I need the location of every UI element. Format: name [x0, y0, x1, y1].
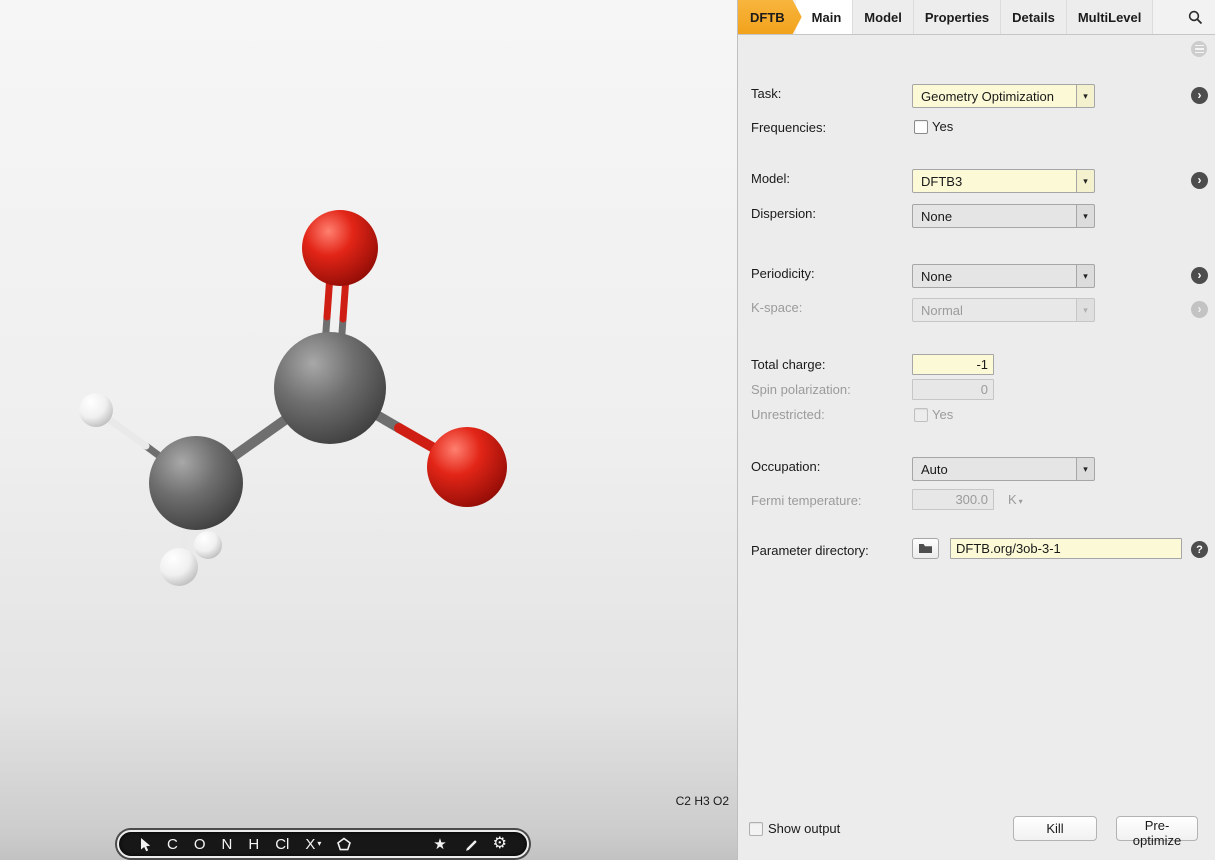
dropdown-arrow-icon: ▾ [1076, 299, 1094, 321]
tab-main[interactable]: Main [796, 0, 854, 34]
model-label: Model: [751, 171, 790, 186]
task-value: Geometry Optimization [913, 85, 1076, 107]
unrestricted-label: Unrestricted: [751, 407, 825, 422]
pen-tool-icon[interactable] [455, 837, 485, 852]
carbon-atom-methyl[interactable] [149, 436, 243, 530]
dropdown-arrow-icon[interactable]: ▾ [1076, 205, 1094, 227]
element-n-button[interactable]: N [214, 837, 241, 852]
dispersion-label: Dispersion: [751, 206, 816, 221]
hydrogen-atom[interactable] [194, 531, 222, 559]
periodicity-dropdown[interactable]: None ▾ [912, 264, 1095, 288]
folder-icon [918, 543, 933, 554]
spin-polarization-label: Spin polarization: [751, 382, 851, 397]
search-icon[interactable] [1176, 0, 1215, 34]
pencil-icon [463, 837, 477, 852]
chevron-down-icon: ▾ [317, 840, 321, 848]
element-h-button[interactable]: H [240, 837, 267, 852]
task-label: Task: [751, 86, 781, 101]
dropdown-arrow-icon[interactable]: ▾ [1076, 458, 1094, 480]
frequencies-option-label: Yes [932, 119, 953, 134]
molecule-formula: C2 H3 O2 [676, 794, 729, 808]
fermi-temperature-label: Fermi temperature: [751, 493, 862, 508]
model-value: DFTB3 [913, 170, 1076, 192]
oxygen-atom[interactable] [302, 210, 378, 286]
kspace-value: Normal [913, 299, 1076, 321]
preoptimize-button[interactable]: Pre-optimize [1116, 816, 1198, 841]
star-tool-icon[interactable]: ★ [425, 837, 454, 852]
fermi-unit: K▾ [1008, 492, 1023, 507]
task-dropdown[interactable]: Geometry Optimization ▾ [912, 84, 1095, 108]
model-detail-button[interactable]: › [1191, 172, 1208, 189]
kill-button[interactable]: Kill [1013, 816, 1097, 841]
periodicity-label: Periodicity: [751, 266, 815, 281]
panel-menu-icon[interactable] [1191, 41, 1207, 57]
dispersion-dropdown[interactable]: None ▾ [912, 204, 1095, 228]
spin-polarization-input [912, 379, 994, 400]
fermi-temperature-input [912, 489, 994, 510]
dropdown-arrow-icon[interactable]: ▾ [1076, 265, 1094, 287]
element-c-button[interactable]: C [159, 837, 186, 852]
frequencies-checkbox[interactable] [914, 120, 928, 134]
periodicity-detail-button[interactable]: › [1191, 267, 1208, 284]
tab-multilevel[interactable]: MultiLevel [1067, 0, 1154, 34]
kspace-detail-button: › [1191, 301, 1208, 318]
total-charge-label: Total charge: [751, 357, 825, 372]
task-detail-button[interactable]: › [1191, 87, 1208, 104]
occupation-value: Auto [913, 458, 1076, 480]
ring-tool-icon[interactable] [329, 837, 359, 851]
browse-folder-button[interactable] [912, 538, 939, 559]
tab-details[interactable]: Details [1001, 0, 1067, 34]
periodicity-value: None [913, 265, 1076, 287]
kspace-label: K-space: [751, 300, 802, 315]
dftb-settings-panel: DFTB Main Model Properties Details Multi… [737, 0, 1215, 860]
show-output-label: Show output [768, 821, 840, 836]
element-x-button[interactable]: X ▾ [297, 837, 329, 852]
element-cl-button[interactable]: Cl [267, 837, 297, 852]
unrestricted-option-label: Yes [932, 407, 953, 422]
hydrogen-atom[interactable] [79, 393, 113, 427]
tab-properties[interactable]: Properties [914, 0, 1001, 34]
show-output-checkbox[interactable] [749, 822, 763, 836]
pentagon-icon [337, 837, 351, 851]
unrestricted-checkbox [914, 408, 928, 422]
carbon-atom-carboxyl[interactable] [274, 332, 386, 444]
cursor-arrow-icon [139, 837, 151, 852]
kspace-dropdown: Normal ▾ [912, 298, 1095, 322]
magnifier-icon [1188, 10, 1203, 25]
occupation-dropdown[interactable]: Auto ▾ [912, 457, 1095, 481]
dispersion-value: None [913, 205, 1076, 227]
parameter-directory-input[interactable] [950, 538, 1182, 559]
hydrogen-atom[interactable] [160, 548, 198, 586]
tab-bar: DFTB Main Model Properties Details Multi… [738, 0, 1215, 35]
molecule-viewer[interactable]: C2 H3 O2 C O N H Cl X ▾ ★ [0, 0, 737, 860]
dropdown-arrow-icon[interactable]: ▾ [1076, 85, 1094, 107]
tab-model[interactable]: Model [853, 0, 914, 34]
total-charge-input[interactable] [912, 354, 994, 375]
frequencies-label: Frequencies: [751, 120, 826, 135]
oxygen-atom[interactable] [427, 427, 507, 507]
parameter-directory-help-button[interactable]: ? [1191, 541, 1208, 558]
molecule-3d-scene[interactable] [0, 0, 737, 860]
parameter-directory-label: Parameter directory: [751, 543, 869, 558]
pointer-tool-icon[interactable] [131, 837, 159, 852]
element-x-label: X [305, 837, 315, 852]
tab-dftb[interactable]: DFTB [738, 0, 802, 34]
dropdown-arrow-icon[interactable]: ▾ [1076, 170, 1094, 192]
occupation-label: Occupation: [751, 459, 820, 474]
application-window: C2 H3 O2 C O N H Cl X ▾ ★ [0, 0, 1215, 860]
model-dropdown[interactable]: DFTB3 ▾ [912, 169, 1095, 193]
fermi-unit-label: K [1008, 492, 1017, 507]
atom-toolbar: C O N H Cl X ▾ ★ ⚙ [117, 830, 529, 858]
chevron-down-icon: ▾ [1019, 497, 1023, 506]
element-o-button[interactable]: O [186, 837, 214, 852]
gear-tool-icon[interactable]: ⚙ [485, 836, 515, 852]
